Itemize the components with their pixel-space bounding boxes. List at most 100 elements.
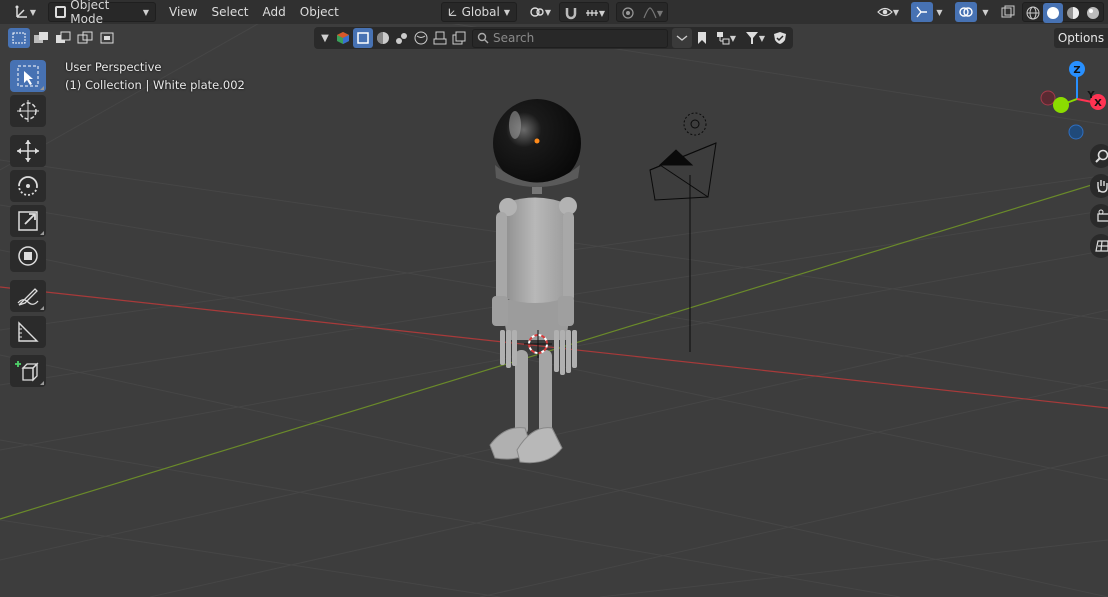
grid-icon [1095,240,1108,252]
rendered-sphere-icon [1087,7,1099,19]
select-invert-button[interactable] [74,28,96,48]
search-options-button[interactable] [672,28,692,48]
particles-icon [395,33,407,44]
mode-dropdown[interactable]: Object Mode ▼ [48,0,156,26]
object-mode-icon [55,6,67,18]
active-object-label: (1) Collection | White plate.002 [65,78,245,92]
filter-particles-button[interactable] [392,28,411,48]
funnel-icon [745,32,758,44]
filter-dropdown[interactable]: ▼ [740,28,770,48]
overlays-icon [959,7,974,17]
magnifier-icon [1095,149,1108,163]
chevron-down-icon: ▼ [936,7,943,17]
shading-mode-group [1022,2,1104,23]
tool-scale[interactable] [10,205,46,237]
select-box-icon [12,32,26,44]
tool-move[interactable] [10,135,46,167]
proportional-edit-toggle[interactable] [617,3,639,23]
menu-object[interactable]: Object [293,2,346,22]
menu-view[interactable]: View [162,2,204,22]
tool-measure[interactable] [10,316,46,348]
overlays-toggle-group: ▼ [952,2,992,22]
tool-select-box[interactable] [10,60,46,92]
tool-rotate[interactable] [10,170,46,202]
wireframe-shading-button[interactable] [1023,3,1043,23]
material-preview-button[interactable] [1063,3,1083,23]
chevron-down-icon: ▼ [656,8,664,18]
select-extend-button[interactable] [30,28,52,48]
scale-icon [18,211,38,231]
visibility-dropdown[interactable]: ▼ [872,2,904,22]
solid-shading-button[interactable] [1043,3,1063,23]
chevron-down-icon: ▼ [758,33,766,43]
falloff-curve-icon [643,7,657,19]
search-placeholder: Search [493,31,535,45]
tool-cursor[interactable] [10,95,46,127]
camera-view-button[interactable] [1090,204,1108,228]
rotate-icon [18,176,38,196]
filter-brush-button[interactable] [430,28,449,48]
select-subtract-button[interactable] [52,28,74,48]
rendered-shading-button[interactable] [1083,3,1103,23]
xray-toggle[interactable] [997,2,1019,22]
display-mode-dropdown[interactable]: ▼ [712,28,740,48]
chevron-down-icon: ▼ [598,8,606,18]
filter-sphere-button[interactable] [373,28,392,48]
brush-icon [433,31,446,45]
snapping-group: ▼ [559,2,609,22]
perspective-toggle-button[interactable] [1090,234,1108,258]
snap-target-dropdown[interactable]: ▼ [582,3,608,23]
overlays-toggle[interactable] [955,2,978,22]
pencil-icon [17,288,39,306]
falloff-dropdown[interactable]: ▼ [639,3,667,23]
move-arrows-icon [17,140,39,162]
square-icon [357,32,369,44]
material-sphere-icon [1067,7,1079,19]
select-intersect-button[interactable] [96,28,118,48]
menu-select[interactable]: Select [204,2,255,22]
transform-icon [18,246,38,266]
proportional-edit-icon [622,7,634,19]
filter-toolbar: ▼ Search ▼ ▼ [314,27,793,49]
scene-button[interactable] [333,28,353,48]
select-intersect-icon [100,32,114,44]
restriction-toggle[interactable] [770,28,790,48]
select-new-button[interactable] [8,28,30,48]
axes-icon [15,5,27,18]
pivot-point-button[interactable]: ▼ [525,2,555,22]
transform-orientation-dropdown[interactable]: Global ▼ [441,2,517,22]
select-invert-icon [77,31,93,44]
editor-type-button[interactable]: ▼ [10,2,40,22]
filter-data-button[interactable] [449,28,468,48]
chevron-down-icon: ▼ [321,32,329,44]
options-button[interactable]: Options [1054,28,1108,48]
tool-annotate[interactable] [10,280,46,312]
menu-add[interactable]: Add [256,2,293,22]
zoom-button[interactable] [1090,144,1108,168]
cursor-icon [17,100,39,122]
xray-icon [1001,5,1015,18]
magnet-icon [565,8,577,20]
collapse-toggle[interactable]: ▼ [317,28,333,48]
tool-add-cube[interactable] [10,355,46,387]
gizmo-y-axis[interactable] [1053,97,1069,113]
select-cursor-icon [17,65,39,87]
chevron-down-icon: ▼ [544,7,552,17]
bookmark-button[interactable] [692,28,712,48]
sphere-icon [376,32,389,44]
search-input[interactable]: Search [472,28,668,48]
select-extend-icon [34,32,48,43]
filter-object-button[interactable] [353,28,373,48]
bookmark-icon [698,32,706,44]
filter-world-button[interactable] [411,28,430,48]
viewport-header: ▼ Object Mode ▼ View Select Add Object G… [0,0,1108,26]
snap-toggle[interactable] [560,3,582,23]
snap-increment-icon [585,10,598,16]
gizmo-toggle[interactable] [911,2,934,22]
solid-sphere-icon [1047,7,1059,19]
data-stack-icon [452,31,465,45]
chevron-down-icon: ▼ [982,7,989,17]
pan-button[interactable] [1090,174,1108,198]
tool-transform[interactable] [10,240,46,272]
ruler-icon [18,321,39,342]
